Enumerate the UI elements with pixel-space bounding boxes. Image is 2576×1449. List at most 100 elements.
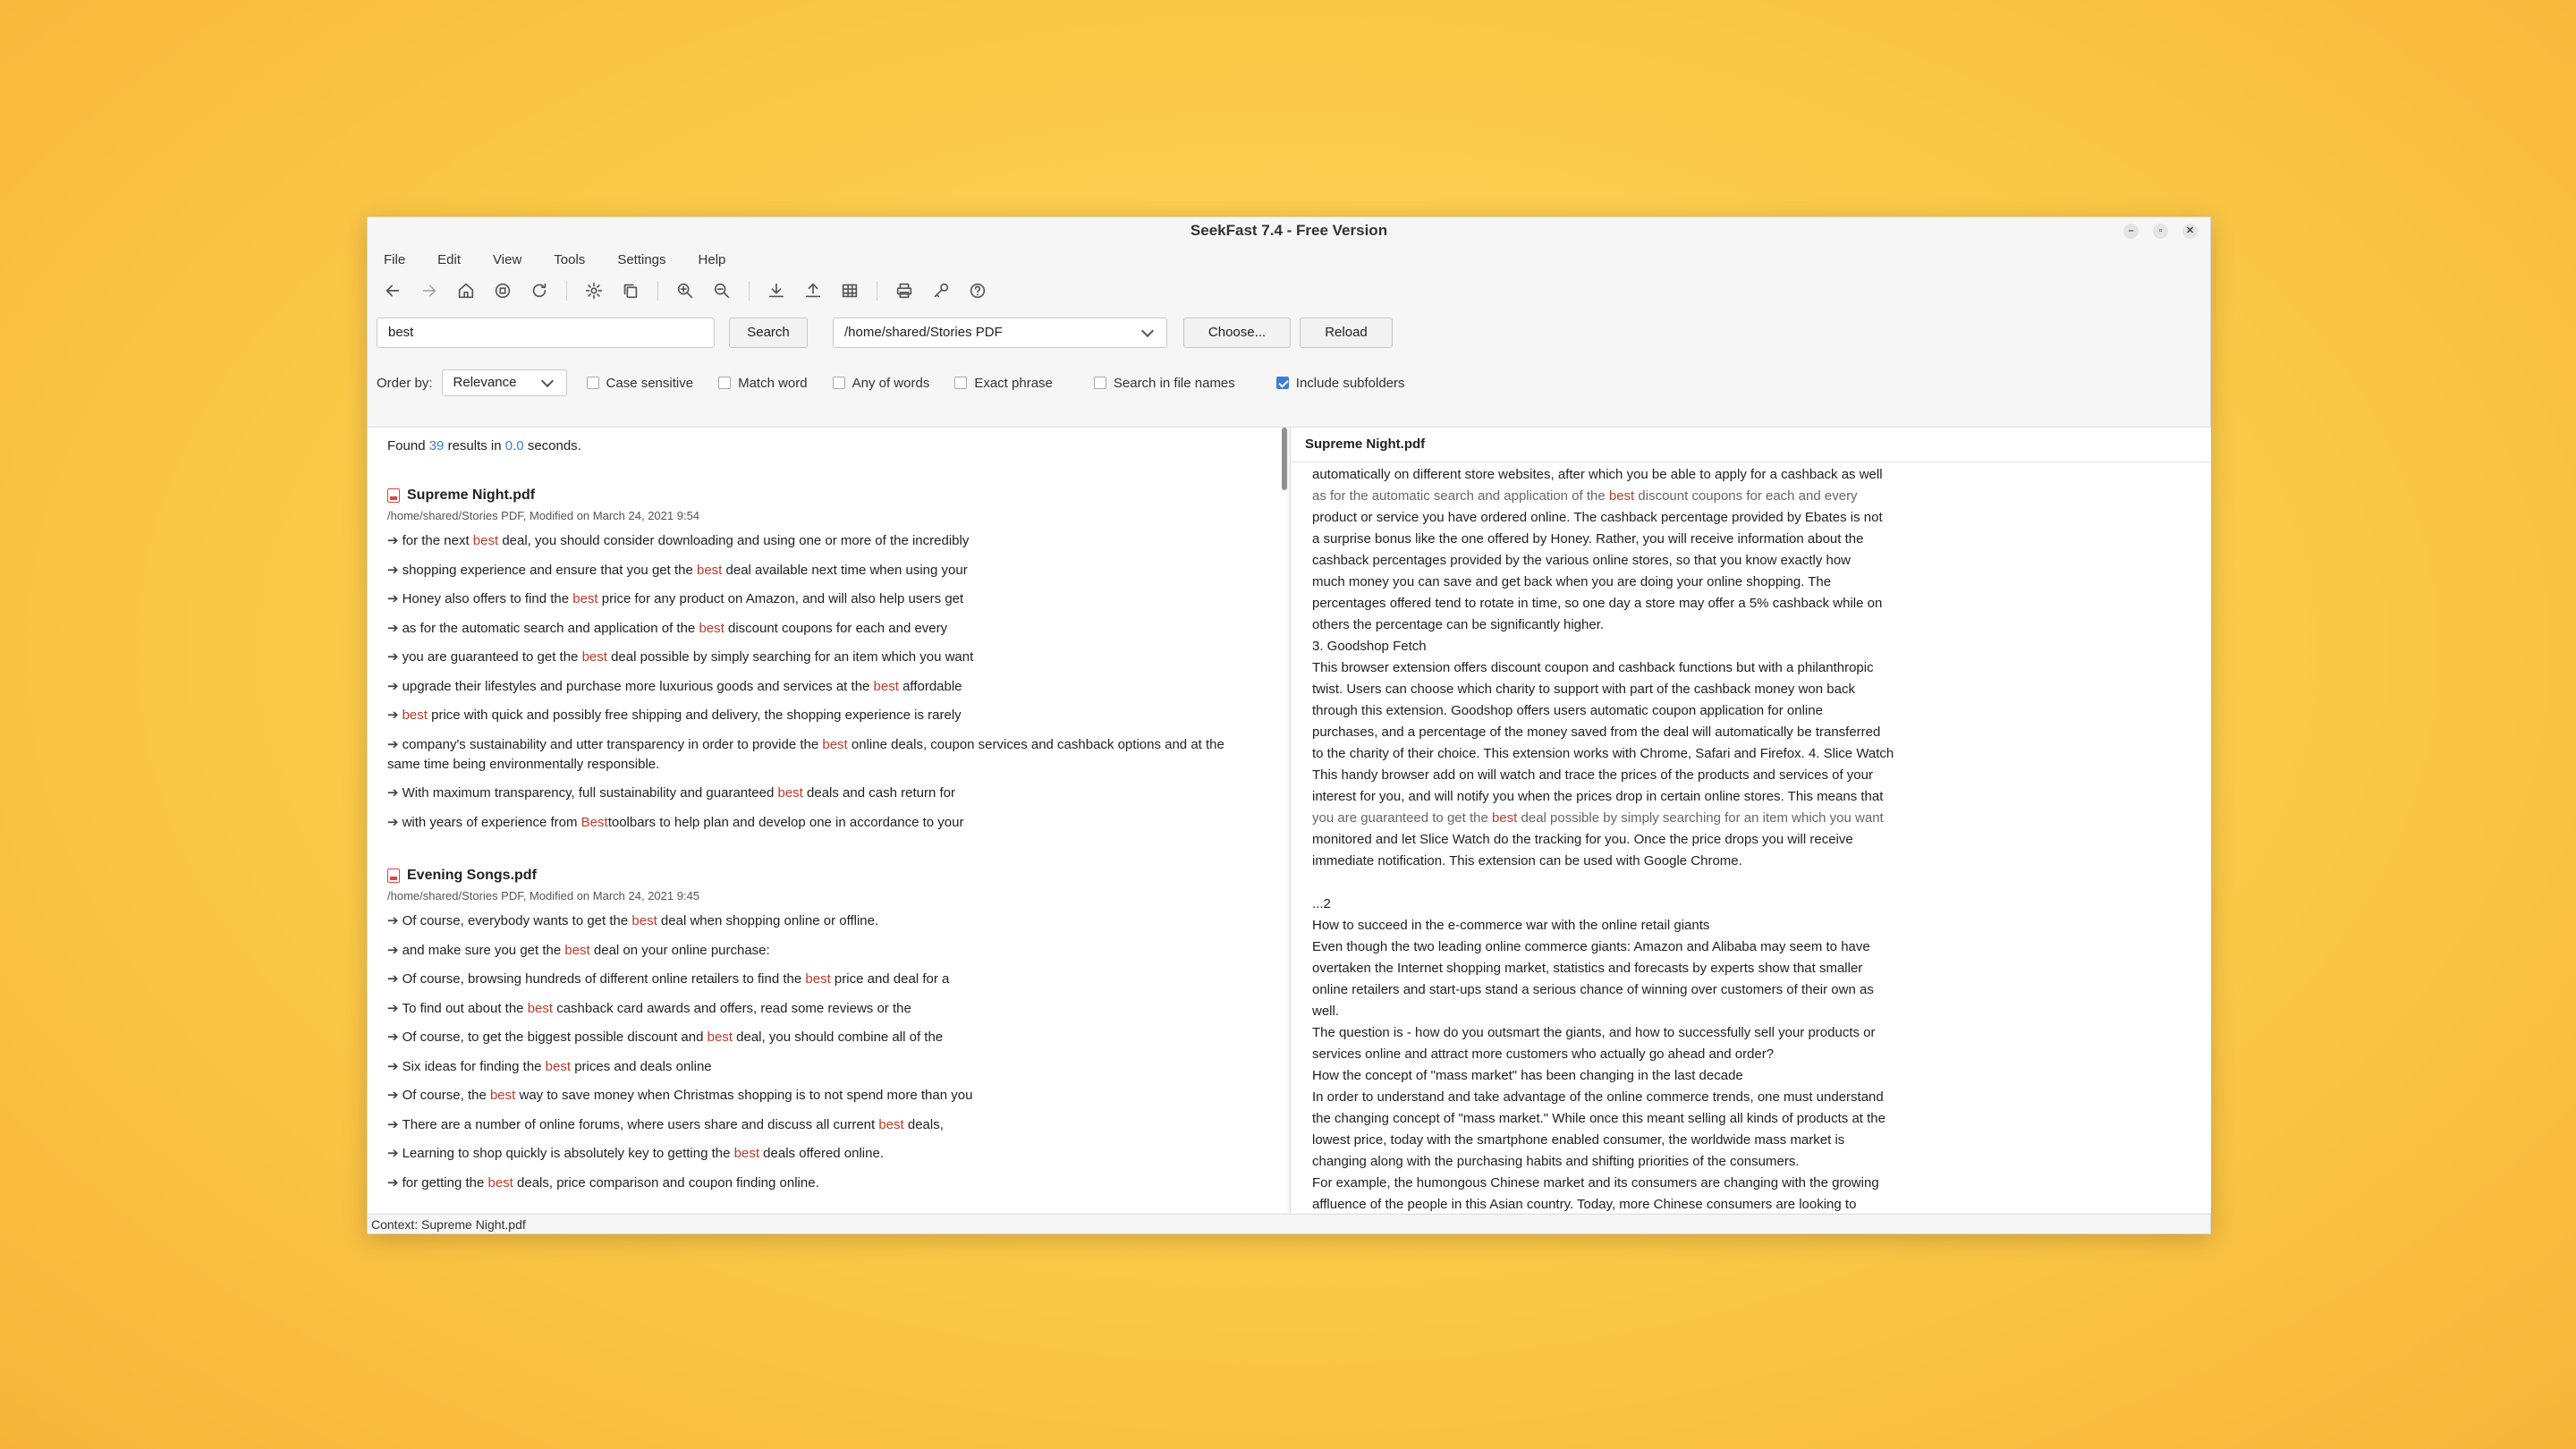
result-hit[interactable]: ➔ upgrade their lifestyles and purchase m… bbox=[387, 677, 1246, 697]
export-icon[interactable] bbox=[801, 278, 826, 303]
help-icon[interactable] bbox=[965, 278, 990, 303]
home-icon[interactable] bbox=[453, 278, 479, 303]
close-icon[interactable]: ✕ bbox=[2182, 224, 2198, 239]
match-highlight: best bbox=[733, 1146, 759, 1161]
copy-icon[interactable] bbox=[618, 278, 643, 303]
search-button[interactable]: Search bbox=[729, 318, 808, 348]
result-hit[interactable]: ➔ Of course, to get the biggest possible … bbox=[387, 1028, 1246, 1047]
match-highlight: best bbox=[777, 785, 803, 801]
result-hit[interactable]: ➔ as for the automatic search and applica… bbox=[387, 619, 1246, 639]
order-select[interactable]: Relevance bbox=[441, 369, 567, 396]
arrow-icon: ➔ bbox=[387, 971, 399, 987]
match-word-checkbox[interactable]: Match word bbox=[718, 376, 808, 391]
result-file-name[interactable]: Evening Songs.pdf bbox=[387, 865, 1246, 886]
preview-line: a surprise bonus like the one offered by… bbox=[1312, 531, 1864, 547]
options-row: Order by: Relevance Case sensitive Match… bbox=[368, 359, 2210, 407]
reload-button[interactable]: Reload bbox=[1300, 318, 1393, 348]
preview-line: through this extension. Goodshop offers … bbox=[1312, 703, 1823, 718]
preview-line: well. bbox=[1312, 1004, 1340, 1019]
search-input[interactable]: best bbox=[377, 318, 715, 348]
result-hit[interactable]: ➔ To find out about the best cashback car… bbox=[387, 999, 1246, 1019]
status-bar: Context: Supreme Night.pdf bbox=[368, 1214, 2210, 1233]
result-hit[interactable]: ➔ for getting the best deals, price compa… bbox=[387, 1174, 1246, 1193]
result-hit[interactable]: ➔ Learning to shop quickly is absolutely … bbox=[387, 1144, 1246, 1164]
result-hit[interactable]: ➔ Of course, browsing hundreds of differe… bbox=[387, 970, 1246, 989]
preview-line: to the charity of their choice. This ext… bbox=[1312, 746, 1894, 761]
app-window: SeekFast 7.4 - Free Version – ▫ ✕ File E… bbox=[367, 216, 2211, 1234]
result-hit[interactable]: ➔ company's sustainability and utter tran… bbox=[387, 735, 1246, 775]
preview-line-highlight: you are guaranteed to get the best deal … bbox=[1312, 810, 1884, 826]
match-highlight: best bbox=[697, 562, 723, 578]
arrow-icon: ➔ bbox=[387, 913, 399, 928]
menu-edit[interactable]: Edit bbox=[437, 252, 461, 267]
preview-line: much money you can save and get back whe… bbox=[1312, 574, 1832, 589]
result-hit[interactable]: ➔ With maximum transparency, full sustain… bbox=[387, 784, 1246, 803]
preview-line: cashback percentages provided by the var… bbox=[1312, 553, 1852, 568]
menu-settings[interactable]: Settings bbox=[617, 252, 665, 267]
search-file-names-checkbox[interactable]: Search in file names bbox=[1093, 376, 1235, 391]
key-icon[interactable] bbox=[928, 278, 953, 303]
result-hit[interactable]: ➔ Honey also offers to find the best pric… bbox=[387, 589, 1246, 609]
match-highlight: best bbox=[581, 649, 607, 665]
menu-help[interactable]: Help bbox=[699, 252, 726, 267]
chevron-down-icon bbox=[540, 374, 554, 387]
exact-phrase-checkbox[interactable]: Exact phrase bbox=[954, 376, 1053, 391]
window-title: SeekFast 7.4 - Free Version bbox=[1190, 222, 1388, 239]
preview-line: the changing concept of "mass market." W… bbox=[1312, 1111, 1885, 1126]
menu-file[interactable]: File bbox=[384, 252, 405, 267]
match-highlight: best bbox=[873, 678, 899, 694]
match-highlight: Best bbox=[580, 814, 608, 830]
refresh-icon[interactable] bbox=[527, 278, 552, 303]
folder-select[interactable]: /home/shared/Stories PDF bbox=[833, 318, 1167, 348]
result-hit[interactable]: ➔ best price with quick and possibly free… bbox=[387, 706, 1246, 725]
maximize-icon[interactable]: ▫ bbox=[2153, 224, 2168, 239]
table-icon[interactable] bbox=[837, 278, 862, 303]
preview-line: monitored and let Slice Watch do the tra… bbox=[1312, 832, 1853, 847]
preview-line: immediate notification. This extension c… bbox=[1312, 853, 1742, 869]
minimize-icon[interactable]: – bbox=[2123, 224, 2139, 239]
choose-button[interactable]: Choose... bbox=[1183, 318, 1291, 348]
menu-tools[interactable]: Tools bbox=[554, 252, 585, 267]
result-hit[interactable]: ➔ Of course, the best way to save money w… bbox=[387, 1086, 1246, 1106]
preview-line-highlight: as for the automatic search and applicat… bbox=[1312, 488, 1858, 504]
toolbar bbox=[368, 275, 2210, 307]
result-hit[interactable]: ➔ with years of experience from Besttoolb… bbox=[387, 813, 1246, 833]
back-icon[interactable] bbox=[380, 278, 405, 303]
results-scrollbar[interactable] bbox=[1282, 428, 1287, 490]
pdf-icon bbox=[387, 488, 400, 503]
arrow-icon: ➔ bbox=[387, 1000, 399, 1016]
arrow-icon: ➔ bbox=[387, 1146, 399, 1161]
preview-text: automatically on different store website… bbox=[1291, 462, 1929, 1213]
preview-line: overtaken the Internet shopping market, … bbox=[1312, 961, 1863, 976]
forward-icon[interactable] bbox=[417, 278, 442, 303]
arrow-icon: ➔ bbox=[387, 591, 399, 606]
menu-view[interactable]: View bbox=[493, 252, 521, 267]
match-highlight: best bbox=[878, 1116, 904, 1132]
result-hit[interactable]: ➔ you are guaranteed to get the best deal… bbox=[387, 648, 1246, 667]
stop-icon[interactable] bbox=[490, 278, 515, 303]
print-icon[interactable] bbox=[892, 278, 917, 303]
preview-line: ...2 bbox=[1312, 896, 1331, 911]
result-file-name[interactable]: Supreme Night.pdf bbox=[387, 485, 1246, 506]
match-highlight: best bbox=[707, 1030, 733, 1045]
result-hit[interactable]: ➔ There are a number of online forums, wh… bbox=[387, 1115, 1246, 1135]
result-hit[interactable]: ➔ Six ideas for finding the best prices a… bbox=[387, 1057, 1246, 1077]
result-hit[interactable]: ➔ and make sure you get the best deal on … bbox=[387, 941, 1246, 961]
import-icon[interactable] bbox=[764, 278, 789, 303]
preview-pane[interactable]: Supreme Night.pdf automatically on diffe… bbox=[1290, 428, 2211, 1213]
zoom-out-icon[interactable] bbox=[709, 278, 734, 303]
preview-line: This handy browser add on will watch and… bbox=[1312, 767, 1873, 783]
preview-line: How to succeed in the e-commerce war wit… bbox=[1312, 918, 1710, 933]
settings-icon[interactable] bbox=[581, 278, 606, 303]
result-hit[interactable]: ➔ for the next best deal, you should cons… bbox=[387, 531, 1246, 551]
results-pane[interactable]: Found 39 results in 0.0 seconds. Supreme… bbox=[368, 428, 1287, 1213]
arrow-icon: ➔ bbox=[387, 1116, 399, 1132]
result-hit[interactable]: ➔ shopping experience and ensure that you… bbox=[387, 561, 1246, 580]
any-of-words-checkbox[interactable]: Any of words bbox=[832, 376, 929, 391]
include-subfolders-checkbox[interactable]: Include subfolders bbox=[1275, 376, 1405, 391]
case-sensitive-checkbox[interactable]: Case sensitive bbox=[586, 376, 693, 391]
result-hit[interactable]: ➔ Of course, everybody wants to get the b… bbox=[387, 911, 1246, 931]
chevron-down-icon bbox=[1140, 324, 1155, 337]
match-highlight: best bbox=[805, 971, 831, 987]
zoom-in-icon[interactable] bbox=[673, 278, 698, 303]
